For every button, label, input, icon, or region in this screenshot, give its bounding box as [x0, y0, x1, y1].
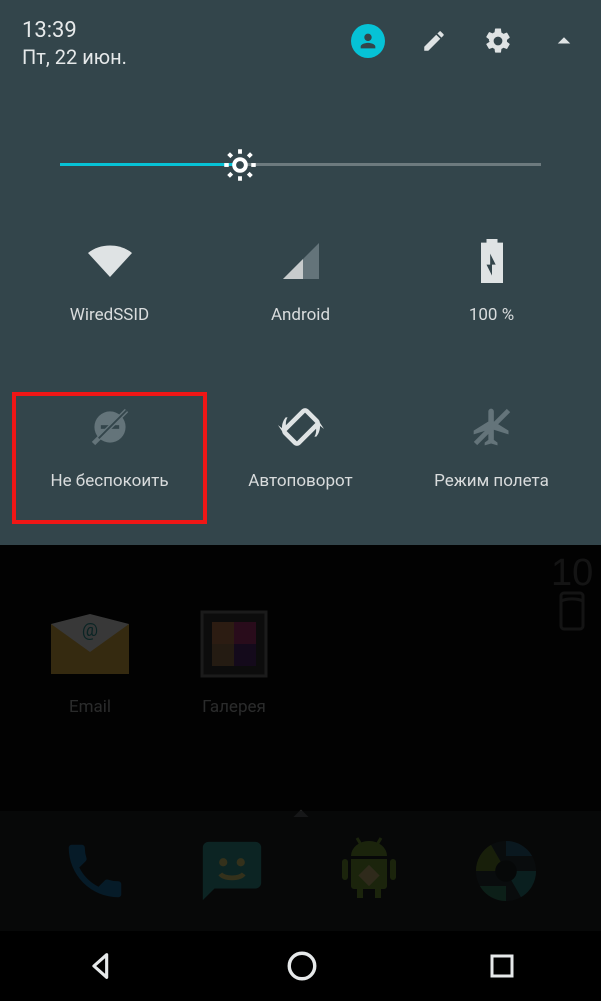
- status-date: Пт, 22 июн.: [22, 45, 127, 69]
- autorotate-label: Автоповорот: [248, 471, 352, 491]
- battery-tile[interactable]: 100 %: [396, 237, 587, 347]
- dnd-label: Не беспокоить: [50, 471, 168, 491]
- gear-icon[interactable]: [483, 26, 513, 56]
- clock-block[interactable]: 13:39 Пт, 22 июн.: [22, 18, 127, 69]
- wifi-tile[interactable]: WiredSSID: [14, 237, 205, 347]
- airplane-label: Режим полета: [434, 471, 549, 491]
- battery-label: 100 %: [469, 305, 514, 325]
- cellular-tile[interactable]: Android: [205, 237, 396, 347]
- back-button[interactable]: [84, 949, 118, 983]
- dnd-off-icon: [88, 403, 132, 451]
- quick-settings-panel: 13:39 Пт, 22 июн.: [0, 0, 601, 545]
- brightness-thumb-icon[interactable]: [222, 147, 258, 183]
- user-icon[interactable]: [351, 24, 385, 58]
- home-button[interactable]: [285, 949, 319, 983]
- wifi-icon: [86, 237, 134, 285]
- autorotate-tile[interactable]: Автоповорот: [205, 403, 396, 513]
- signal-icon: [281, 237, 321, 285]
- autorotate-icon: [278, 403, 324, 451]
- battery-icon: [479, 237, 505, 285]
- status-bar: 13:39 Пт, 22 июн.: [0, 0, 601, 69]
- navigation-bar: [0, 931, 601, 1001]
- status-time: 13:39: [22, 18, 127, 43]
- airplane-tile[interactable]: Режим полета: [396, 403, 587, 513]
- dnd-tile[interactable]: Не беспокоить: [14, 403, 205, 513]
- cellular-label: Android: [271, 305, 330, 325]
- edit-icon[interactable]: [421, 28, 447, 54]
- wifi-label: WiredSSID: [70, 305, 149, 325]
- recents-button[interactable]: [487, 951, 517, 981]
- brightness-slider[interactable]: [0, 141, 601, 189]
- airplane-off-icon: [470, 403, 514, 451]
- collapse-icon[interactable]: [549, 26, 579, 56]
